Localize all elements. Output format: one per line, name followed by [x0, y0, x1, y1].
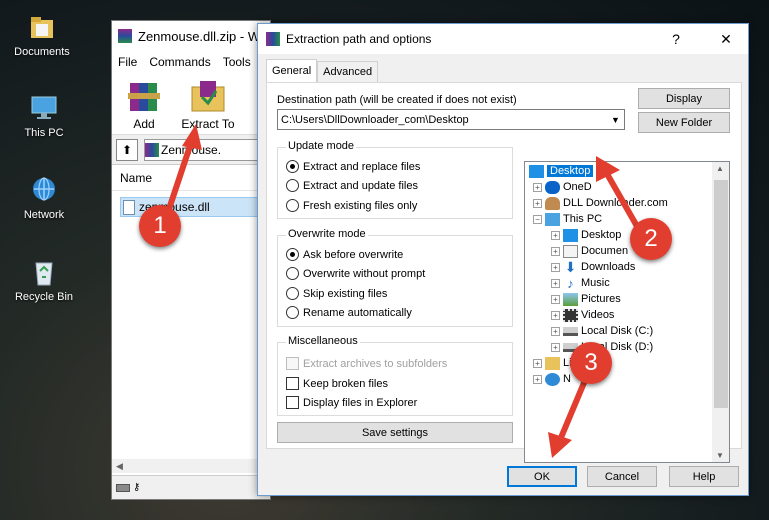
- annotation-arrow-1: [165, 124, 202, 213]
- annotation-arrows: [165, 124, 641, 458]
- step-badge-3: 3: [570, 342, 612, 384]
- step-badge-2: 2: [630, 218, 672, 260]
- annotation-arrow-3: [548, 376, 589, 458]
- annotation-arrow-2: [596, 156, 641, 230]
- step-badge-1: 1: [139, 205, 181, 247]
